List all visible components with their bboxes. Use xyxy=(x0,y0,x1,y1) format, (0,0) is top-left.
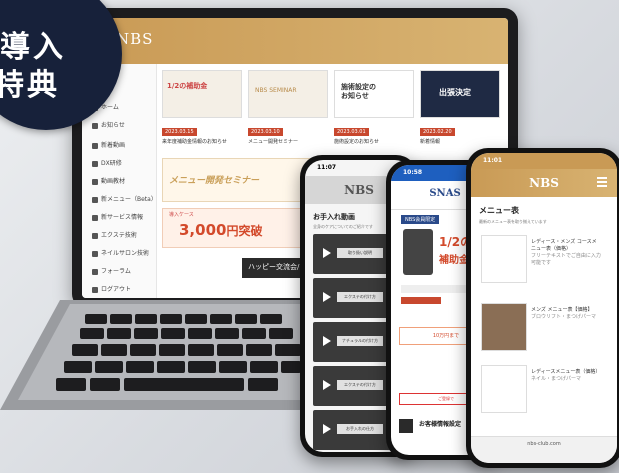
news-caption: 施術設定のお知らせ xyxy=(334,139,379,145)
menu-item-name: レディース・メンズ コースメニュー表（価格） フリーテキストでご自由に入力可能です xyxy=(531,239,601,266)
menu-list-item[interactable]: メンズ メニュー表【価格】 ブロウリフト・まつげパーマ xyxy=(481,303,601,351)
menu-image xyxy=(481,303,527,351)
chat-icon xyxy=(92,268,98,275)
star-icon xyxy=(92,214,98,221)
menu-icon[interactable] xyxy=(597,177,607,179)
marketing-scene: NBS ホーム お知らせ 新着動画 DX研修 動画教材 新メニュー（Beta） … xyxy=(0,0,619,473)
news-caption: メニュー開発セミナー xyxy=(248,139,299,145)
menu-image xyxy=(481,235,527,283)
sidebar-item-dx[interactable]: DX研修 xyxy=(92,158,122,170)
sidebar-item-nail[interactable]: ネイルサロン技術 xyxy=(92,248,149,260)
site-logo[interactable]: NBS xyxy=(116,30,153,48)
news-caption: 新着情報 xyxy=(420,139,441,145)
menu-item-name: メンズ メニュー表【価格】 ブロウリフト・まつげパーマ xyxy=(531,307,597,320)
sidebar-item-materials[interactable]: 動画教材 xyxy=(92,176,125,188)
news-date: 2023.03.01 xyxy=(334,128,369,136)
device-image xyxy=(403,229,433,275)
play-icon xyxy=(323,380,331,390)
news-date: 2023.02.20 xyxy=(420,128,455,136)
nail-icon xyxy=(92,250,98,257)
sidebar-item-videos[interactable]: 新着動画 xyxy=(92,140,125,152)
video-icon xyxy=(92,142,98,149)
play-icon xyxy=(323,292,331,302)
phone-header: NBS xyxy=(471,169,617,197)
phone-menu: 11:01 NBS メニュー表 最新のメニュー表を取り揃えています レディース・… xyxy=(466,148,619,468)
eye-icon xyxy=(92,232,98,239)
play-icon xyxy=(323,424,331,434)
phone-logo[interactable]: NBS xyxy=(471,176,617,190)
member-badge: NBS会員限定 xyxy=(401,215,440,224)
list-icon xyxy=(92,196,98,203)
logout-icon xyxy=(92,286,98,293)
sidebar-item-extension[interactable]: エクステ技術 xyxy=(92,230,137,242)
news-card[interactable]: 施術設定の お知らせ 2023.03.01 施術設定のお知らせ xyxy=(334,70,414,150)
badge-line2: 特典 xyxy=(0,68,60,103)
news-image: 1/2の補助金 xyxy=(162,70,242,118)
news-card[interactable]: 1/2の補助金 2023.03.15 来年度補助金情報のお知らせ xyxy=(162,70,242,150)
sidebar-item-news[interactable]: お知らせ xyxy=(92,120,125,132)
menu-item-name: レディースメニュー表（価格） ネイル・まつげパーマ xyxy=(531,369,601,382)
section-subtitle: 最新のメニュー表を取り揃えています xyxy=(479,219,547,224)
document-icon xyxy=(399,419,413,433)
sidebar-item-logout[interactable]: ログアウト xyxy=(92,284,131,296)
film-icon xyxy=(92,178,98,185)
play-icon xyxy=(323,336,331,346)
news-image: NBS SEMINAR xyxy=(248,70,328,118)
sidebar-item-forum[interactable]: フォーラム xyxy=(92,266,131,278)
menu-list-item[interactable]: レディース・メンズ コースメニュー表（価格） フリーテキストでご自由に入力可能です xyxy=(481,235,601,283)
book-icon xyxy=(92,160,98,167)
section-title: メニュー表 xyxy=(479,206,519,215)
menu-list-item[interactable]: レディースメニュー表（価格） ネイル・まつげパーマ xyxy=(481,365,601,413)
phone-screen: 11:01 NBS メニュー表 最新のメニュー表を取り揃えています レディース・… xyxy=(471,153,617,463)
sidebar-item-services[interactable]: 新サービス情報 xyxy=(92,212,143,224)
sidebar-item-menu[interactable]: 新メニュー（Beta） xyxy=(92,194,157,206)
tag-red xyxy=(401,297,441,304)
news-row: 1/2の補助金 2023.03.15 来年度補助金情報のお知らせ NBS SEM… xyxy=(162,70,502,150)
news-card[interactable]: 出張決定 2023.02.20 新着情報 xyxy=(420,70,500,150)
site-header: NBS xyxy=(82,18,508,64)
browser-url-bar[interactable]: nbs-club.com xyxy=(471,436,617,463)
bell-icon xyxy=(92,122,98,129)
news-caption: 来年度補助金情報のお知らせ xyxy=(162,139,227,145)
section-title: お手入れ動画 xyxy=(313,213,355,221)
news-card[interactable]: NBS SEMINAR 2023.03.10 メニュー開発セミナー xyxy=(248,70,328,150)
status-bar: 11:01 xyxy=(471,153,617,169)
section-subtitle: 全身のケアについてのご紹介です xyxy=(313,224,373,229)
menu-image xyxy=(481,365,527,413)
news-date: 2023.03.10 xyxy=(248,128,283,136)
news-image: 出張決定 xyxy=(420,70,500,118)
news-date: 2023.03.15 xyxy=(162,128,197,136)
news-image: 施術設定の お知らせ xyxy=(334,70,414,118)
play-icon xyxy=(323,248,331,258)
